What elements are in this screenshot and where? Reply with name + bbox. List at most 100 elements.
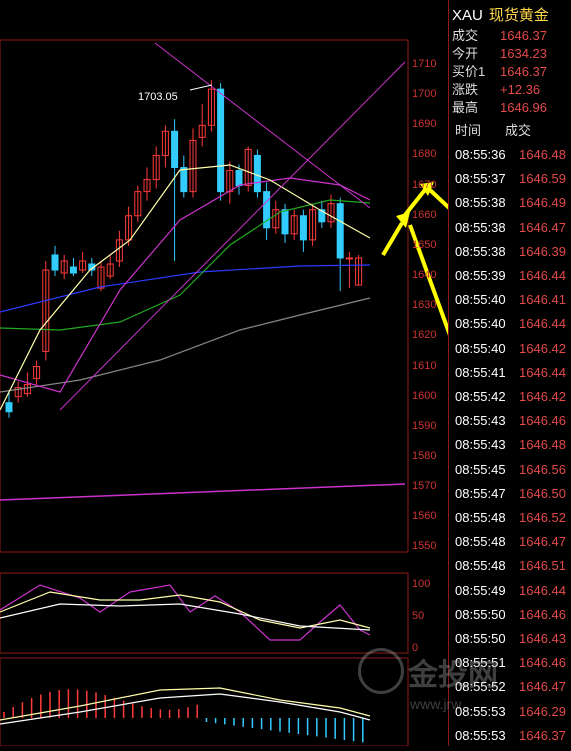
arrow-1: [381, 221, 404, 257]
tick-price: 1646.44: [519, 316, 566, 332]
main-panel-frame: [0, 39, 409, 553]
price-axis-label: 1620: [412, 329, 437, 342]
candle-body: [299, 215, 307, 241]
tick-price: 1646.44: [519, 582, 566, 598]
quote-value: 1646.96: [500, 100, 547, 115]
tick-row[interactable]: 08:55:39 1646.44: [455, 264, 569, 288]
tick-price: 1646.59: [519, 171, 566, 187]
watermark-url: www.jrw: [410, 696, 462, 712]
tick-row[interactable]: 08:55:37 1646.59: [455, 167, 569, 191]
tick-row[interactable]: 08:55:49 1646.44: [455, 579, 569, 603]
tick-price: 1646.47: [519, 219, 566, 235]
price-axis-label: 1690: [412, 118, 437, 131]
quote-row: 买价1 1646.37: [452, 63, 547, 81]
tick-price: 1646.48: [519, 147, 566, 162]
candle-body: [5, 402, 13, 413]
tick-row[interactable]: 08:55:48 1646.52: [455, 506, 569, 530]
quote-row: 成交 1646.37: [452, 27, 547, 45]
tick-price: 1646.42: [519, 389, 566, 404]
candle-body: [171, 130, 179, 169]
tick-time: 08:55:43: [455, 413, 506, 429]
peak-label: 1703.05: [138, 91, 178, 103]
tick-time: 08:55:48: [455, 558, 506, 574]
tick-row[interactable]: 08:55:53 1646.37: [455, 724, 569, 748]
tick-time: 08:55:48: [455, 534, 506, 550]
kline-svg[interactable]: 1703.05: [0, 0, 524, 747]
quote-label: 买价1: [452, 64, 486, 79]
macd-line-white: [0, 693, 371, 725]
tick-row[interactable]: 08:55:42 1646.42: [455, 385, 569, 409]
tick-time: 08:55:40: [455, 316, 506, 332]
tick-row[interactable]: 08:55:40 1646.42: [455, 337, 569, 361]
ticks-header-price: 成交: [505, 123, 532, 138]
tick-row[interactable]: 08:55:40 1646.41: [455, 288, 569, 312]
quote-label: 今开: [452, 46, 479, 61]
osc-axis-label: 50: [412, 610, 425, 622]
ticks-header: 时间 成交: [455, 120, 531, 139]
tick-row[interactable]: 08:55:48 1646.51: [455, 554, 569, 578]
tick-time: 08:55:42: [455, 389, 506, 404]
tick-row[interactable]: 08:55:47 1646.50: [455, 482, 569, 506]
quote-row: 最高 1646.96: [452, 99, 547, 117]
tick-row[interactable]: 08:55:43 1646.48: [455, 433, 569, 457]
price-axis-label: 1670: [412, 178, 437, 191]
tick-row[interactable]: 08:55:38 1646.49: [455, 191, 569, 215]
tick-row[interactable]: 08:55:38 1646.47: [455, 216, 569, 240]
tick-time: 08:55:38: [455, 243, 506, 259]
tick-row[interactable]: 08:55:48 1646.47: [455, 530, 569, 554]
candle-body: [180, 167, 188, 193]
price-axis-label: 1560: [412, 510, 437, 523]
kline-chart[interactable]: 1703.05: [0, 0, 524, 747]
tick-time: 08:55:39: [455, 268, 506, 283]
trend-line-up: [59, 61, 406, 411]
tick-time: 08:55:43: [455, 437, 506, 453]
tick-price: 1646.46: [519, 413, 566, 429]
tick-time: 08:55:53: [455, 727, 506, 743]
price-axis-label: 1640: [412, 269, 437, 282]
price-axis-label: 1700: [412, 88, 437, 101]
quote-label: 成交: [452, 28, 479, 43]
macd-panel-frame: [0, 657, 409, 747]
tick-row[interactable]: 08:55:38 1646.39: [455, 240, 569, 264]
ma-line-yellow: [0, 164, 371, 411]
tick-row[interactable]: 08:55:41 1646.44: [455, 361, 569, 385]
ticks-header-time: 时间: [455, 123, 482, 138]
osc-axis-label: 100: [412, 578, 431, 590]
tick-price: 1646.51: [519, 558, 566, 574]
price-axis-label: 1550: [412, 540, 437, 553]
watermark-logo-icon: [358, 648, 404, 694]
tick-row[interactable]: 08:55:40 1646.44: [455, 312, 569, 336]
quote-label: 最高: [452, 100, 479, 115]
price-axis-label: 1570: [412, 480, 437, 493]
tick-price: 1646.49: [519, 195, 566, 211]
price-axis-label: 1660: [412, 208, 437, 221]
tick-price: 1646.52: [519, 510, 566, 525]
price-axis-label: 1590: [412, 419, 437, 432]
tick-price: 1646.48: [519, 437, 566, 453]
tick-row[interactable]: 08:55:50 1646.46: [455, 603, 569, 627]
tick-price: 1646.47: [519, 534, 566, 550]
quote-row: 今开 1634.23: [452, 45, 547, 63]
tick-price: 1646.37: [519, 727, 566, 743]
price-axis-label: 1680: [412, 148, 437, 161]
tick-time: 08:55:38: [455, 219, 506, 235]
tick-row[interactable]: 08:55:45 1646.56: [455, 458, 569, 482]
tick-price: 1646.41: [519, 292, 566, 308]
watermark-text: 金投网: [408, 659, 498, 692]
price-axis-label: 1600: [412, 389, 437, 402]
symbol-header: XAU 现货黄金: [452, 4, 549, 25]
quote-value: 1634.23: [500, 46, 547, 61]
symbol-name: 现货黄金: [488, 7, 549, 24]
tick-time: 08:55:37: [455, 171, 506, 187]
tick-row[interactable]: 08:55:36 1646.48: [455, 143, 569, 167]
tick-time: 08:55:45: [455, 461, 506, 477]
tick-time: 08:55:50: [455, 606, 506, 622]
candle-body: [253, 154, 261, 193]
candle-body: [345, 257, 353, 260]
candle-body: [217, 88, 225, 193]
symbol-code: XAU: [452, 7, 483, 24]
tick-price: 1646.39: [519, 243, 566, 259]
tick-time: 08:55:40: [455, 340, 506, 356]
tick-row[interactable]: 08:55:43 1646.46: [455, 409, 569, 433]
tick-price: 1646.44: [519, 364, 566, 380]
